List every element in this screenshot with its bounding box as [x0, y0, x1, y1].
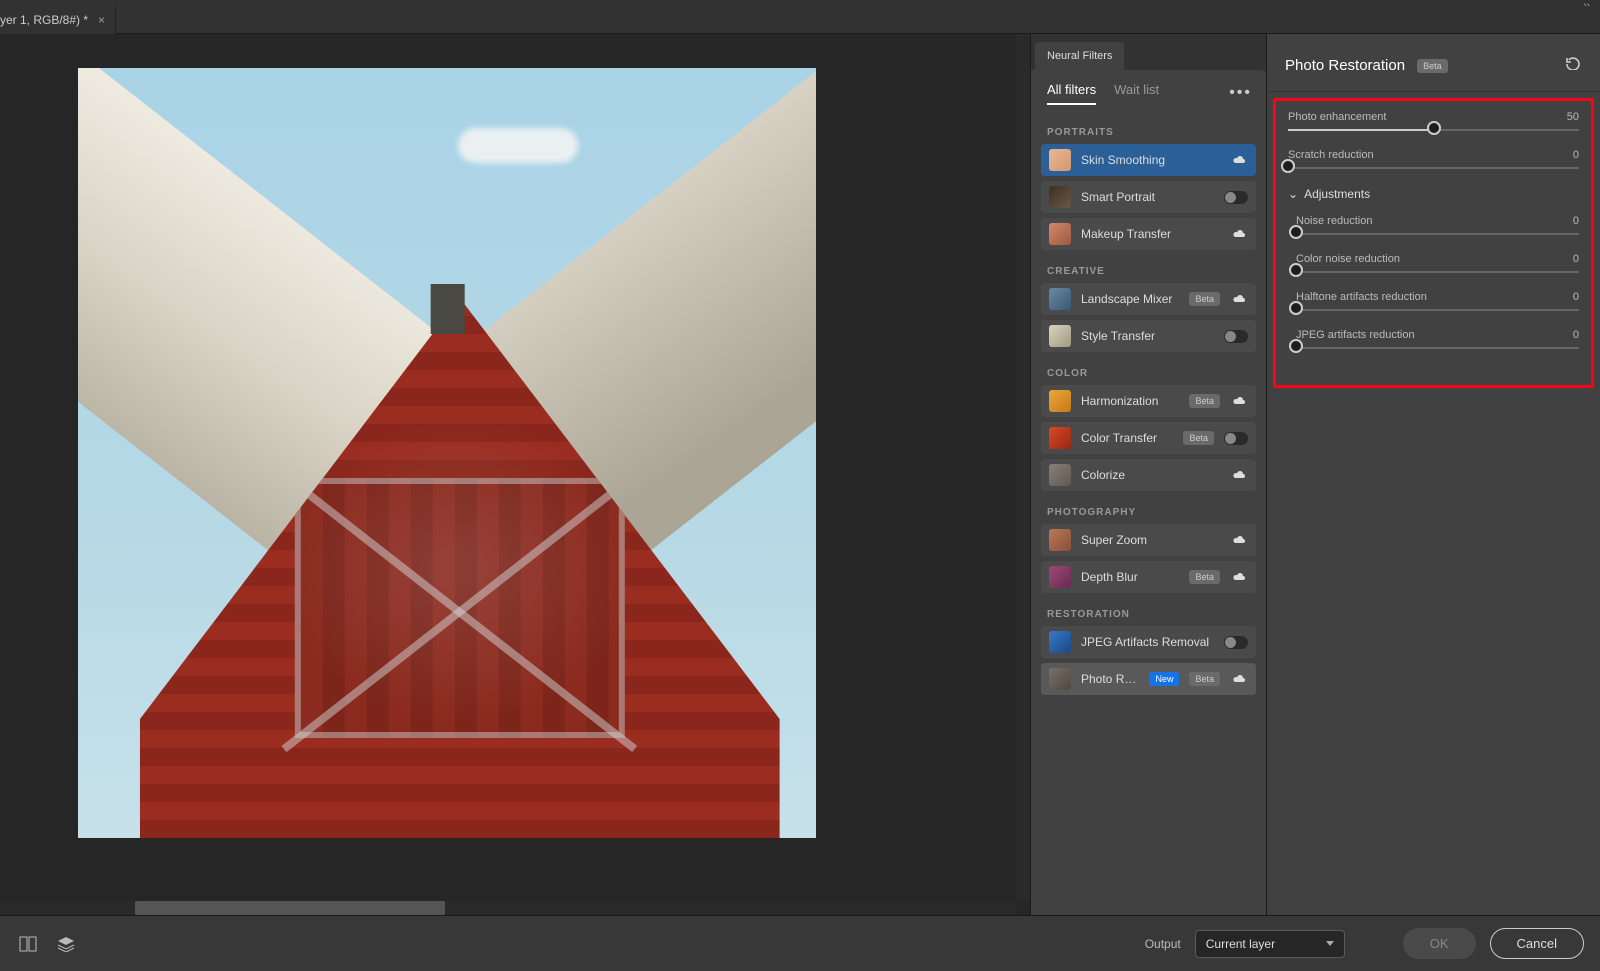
cloud-download-icon[interactable]	[1230, 394, 1248, 408]
nav-all-filters[interactable]: All filters	[1047, 82, 1096, 105]
thumbnail-icon	[1049, 566, 1071, 588]
thumbnail-icon	[1049, 464, 1071, 486]
chevron-down-icon: ⌄	[1288, 187, 1298, 201]
filter-skin-smoothing[interactable]: Skin Smoothing	[1041, 144, 1256, 176]
footer-bar: Output Current layer OK Cancel	[0, 915, 1600, 971]
settings-highlight: Photo enhancement50 Scratch reduction0 ⌄…	[1273, 98, 1594, 388]
filter-style-transfer[interactable]: Style Transfer	[1041, 320, 1256, 352]
document-tab[interactable]: yer 1, RGB/8#) * ×	[0, 6, 116, 34]
new-badge: New	[1149, 672, 1179, 686]
toggle-switch[interactable]	[1224, 636, 1248, 649]
cancel-button[interactable]: Cancel	[1490, 928, 1584, 959]
thumbnail-icon	[1049, 529, 1071, 551]
beta-badge: Beta	[1189, 394, 1220, 408]
filter-jpeg-artifacts-removal[interactable]: JPEG Artifacts Removal	[1041, 626, 1256, 658]
filter-landscape-mixer[interactable]: Landscape Mixer Beta	[1041, 283, 1256, 315]
thumbnail-icon	[1049, 186, 1071, 208]
section-restoration: RESTORATION	[1031, 593, 1266, 626]
nav-wait-list[interactable]: Wait list	[1114, 82, 1159, 105]
slider-photo-enhancement[interactable]: Photo enhancement50	[1288, 111, 1579, 131]
slider-halftone-reduction[interactable]: Halftone artifacts reduction0	[1296, 291, 1579, 311]
cloud-download-icon[interactable]	[1230, 570, 1248, 584]
more-icon[interactable]: •••	[1229, 84, 1252, 102]
section-creative: CREATIVE	[1031, 250, 1266, 283]
beta-badge: Beta	[1417, 59, 1448, 73]
filter-colorize[interactable]: Colorize	[1041, 459, 1256, 491]
thumbnail-icon	[1049, 149, 1071, 171]
filter-color-transfer[interactable]: Color Transfer Beta	[1041, 422, 1256, 454]
layers-icon[interactable]	[54, 932, 78, 956]
thumbnail-icon	[1049, 390, 1071, 412]
cloud-download-icon[interactable]	[1230, 153, 1248, 167]
tab-neural-filters[interactable]: Neural Filters	[1035, 42, 1124, 70]
ok-button[interactable]: OK	[1403, 928, 1476, 959]
slider-scratch-reduction[interactable]: Scratch reduction0	[1288, 149, 1579, 169]
thumbnail-icon	[1049, 223, 1071, 245]
cloud-download-icon[interactable]	[1230, 533, 1248, 547]
document-tabs: yer 1, RGB/8#) * ×	[0, 6, 1600, 34]
image-canvas	[78, 68, 816, 838]
beta-badge: Beta	[1183, 431, 1214, 445]
output-select[interactable]: Current layer	[1195, 930, 1345, 958]
filter-depth-blur[interactable]: Depth Blur Beta	[1041, 561, 1256, 593]
beta-badge: Beta	[1189, 672, 1220, 686]
slider-jpeg-artifacts-reduction[interactable]: JPEG artifacts reduction0	[1296, 329, 1579, 349]
panel-tab-bar: Neural Filters	[1031, 34, 1266, 70]
slider-color-noise-reduction[interactable]: Color noise reduction0	[1296, 253, 1579, 273]
cloud-download-icon[interactable]	[1230, 227, 1248, 241]
filter-super-zoom[interactable]: Super Zoom	[1041, 524, 1256, 556]
close-icon[interactable]: ×	[98, 13, 105, 27]
vertical-scrollbar[interactable]	[1016, 34, 1030, 901]
preview-toggle-icon[interactable]	[16, 932, 40, 956]
horizontal-scrollbar[interactable]	[0, 901, 1016, 915]
toggle-switch[interactable]	[1224, 432, 1248, 445]
cloud-download-icon[interactable]	[1230, 468, 1248, 482]
settings-header: Photo Restoration Beta	[1267, 34, 1600, 92]
cloud-download-icon[interactable]	[1230, 292, 1248, 306]
beta-badge: Beta	[1189, 292, 1220, 306]
document-tab-title: yer 1, RGB/8#) *	[0, 13, 88, 27]
reset-icon[interactable]	[1564, 56, 1582, 75]
output-label: Output	[1145, 937, 1181, 951]
adjustments-collapse[interactable]: ⌄ Adjustments	[1288, 187, 1579, 201]
settings-title: Photo Restoration	[1285, 57, 1405, 74]
section-color: COLOR	[1031, 352, 1266, 385]
canvas-area[interactable]	[0, 34, 1030, 915]
thumbnail-icon	[1049, 427, 1071, 449]
filter-smart-portrait[interactable]: Smart Portrait	[1041, 181, 1256, 213]
toggle-switch[interactable]	[1224, 191, 1248, 204]
thumbnail-icon	[1049, 288, 1071, 310]
section-photography: PHOTOGRAPHY	[1031, 491, 1266, 524]
thumbnail-icon	[1049, 325, 1071, 347]
slider-noise-reduction[interactable]: Noise reduction0	[1296, 215, 1579, 235]
toggle-switch[interactable]	[1224, 330, 1248, 343]
filter-harmonization[interactable]: Harmonization Beta	[1041, 385, 1256, 417]
filter-photo-restoration[interactable]: Photo Res... New Beta	[1041, 663, 1256, 695]
cloud-download-icon[interactable]	[1230, 672, 1248, 686]
filter-makeup-transfer[interactable]: Makeup Transfer	[1041, 218, 1256, 250]
section-portraits: PORTRAITS	[1031, 111, 1266, 144]
beta-badge: Beta	[1189, 570, 1220, 584]
thumbnail-icon	[1049, 631, 1071, 653]
thumbnail-icon	[1049, 668, 1071, 690]
